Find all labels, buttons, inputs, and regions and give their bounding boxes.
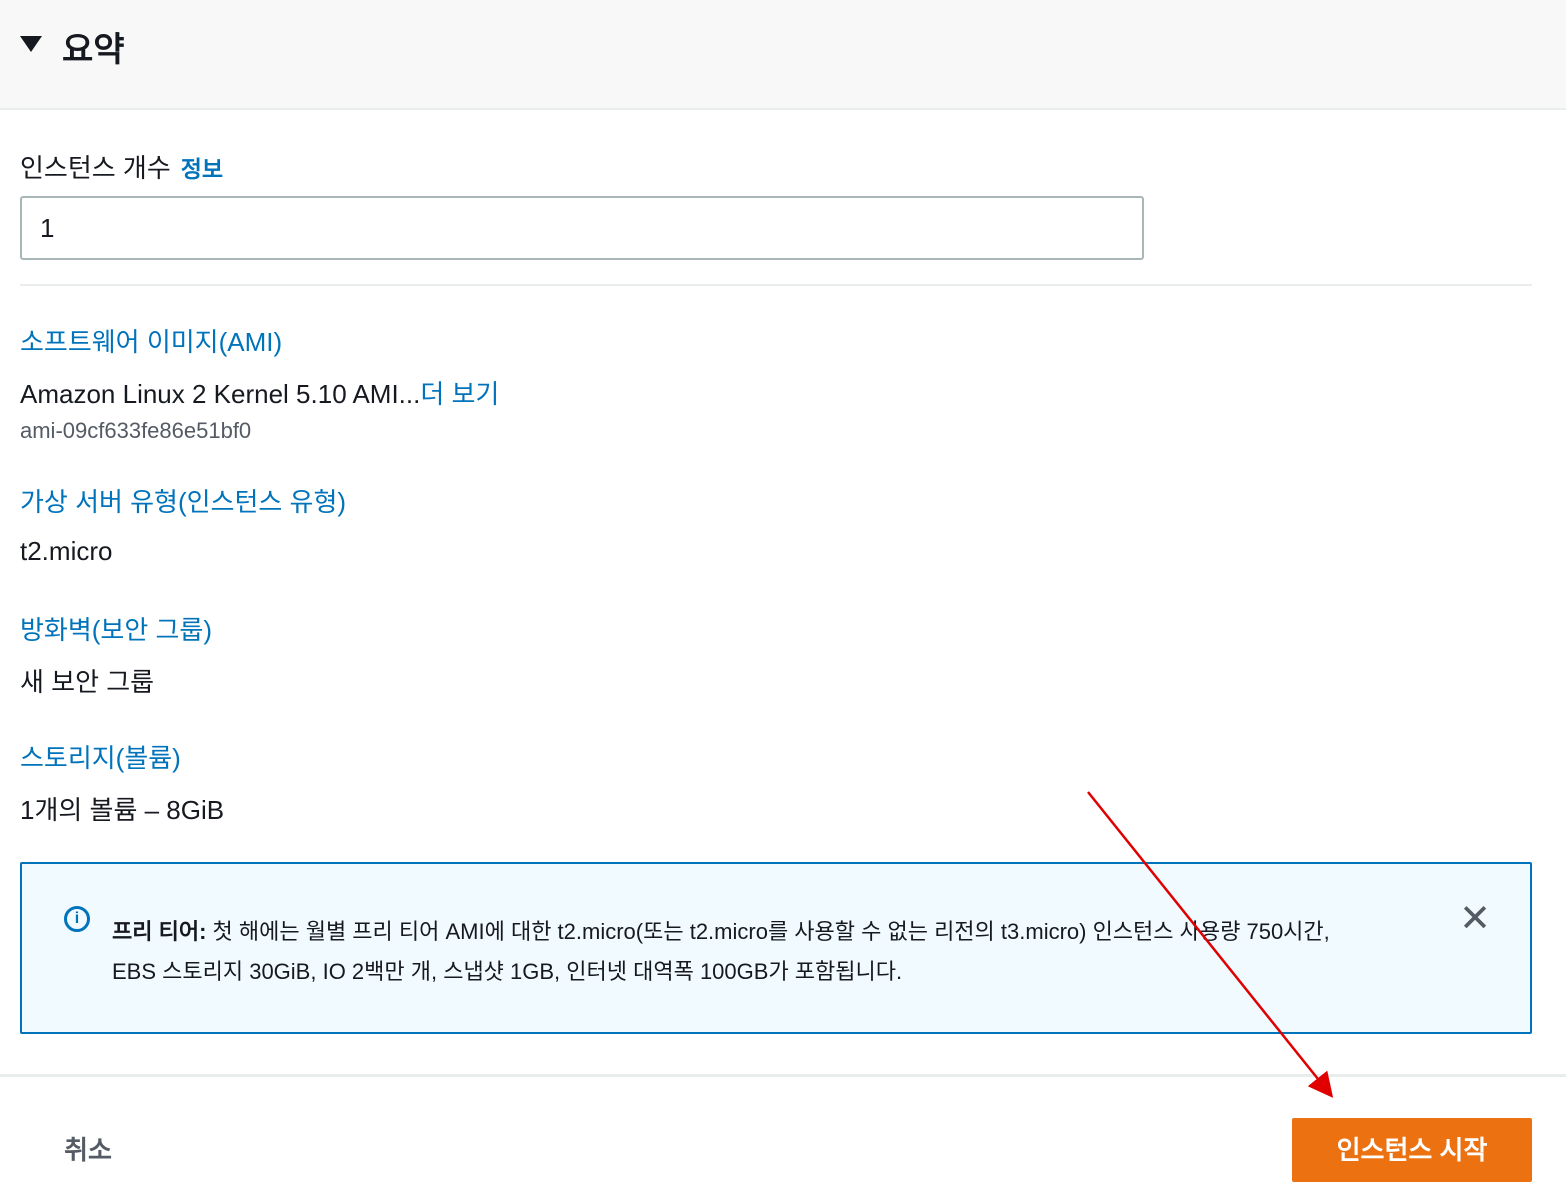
more-link[interactable]: 더 보기 [420, 379, 499, 409]
footer-divider [0, 1074, 1566, 1077]
summary-header[interactable]: 요약 [0, 0, 1566, 110]
free-tier-alert-text: 프리 티어: 첫 해에는 월별 프리 티어 AMI에 대한 t2.micro(또… [112, 912, 1412, 992]
section-divider [20, 284, 1532, 286]
instance-type-value: t2.micro [20, 536, 113, 566]
instance-count-label-text: 인스턴스 개수 [20, 153, 171, 183]
instance-type-title-link[interactable]: 가상 서버 유형(인스턴스 유형) [20, 482, 346, 519]
free-tier-line2: EBS 스토리지 30GiB, IO 2백만 개, 스냅샷 1GB, 인터넷 대… [112, 959, 903, 984]
launch-instance-button[interactable]: 인스턴스 시작 [1292, 1118, 1532, 1182]
caret-down-icon[interactable] [20, 36, 42, 52]
free-tier-label: 프리 티어: [112, 919, 207, 944]
free-tier-alert: i 프리 티어: 첫 해에는 월별 프리 티어 AMI에 대한 t2.micro… [20, 862, 1532, 1034]
free-tier-line1: 첫 해에는 월별 프리 티어 AMI에 대한 t2.micro(또는 t2.mi… [212, 919, 1330, 944]
ami-value: Amazon Linux 2 Kernel 5.10 AMI...더 보기 [20, 374, 499, 411]
ami-name: Amazon Linux 2 Kernel 5.10 AMI... [20, 379, 421, 409]
firewall-value: 새 보안 그룹 [20, 667, 155, 697]
storage-title-link[interactable]: 스토리지(볼륨) [20, 738, 181, 775]
storage-value: 1개의 볼륨 – 8GiB [20, 795, 225, 825]
close-icon[interactable]: ✕ [1458, 900, 1492, 938]
firewall-title-link[interactable]: 방화벽(보안 그룹) [20, 610, 212, 647]
instance-count-input[interactable] [20, 196, 1144, 260]
summary-title: 요약 [62, 31, 125, 69]
info-circle-icon: i [64, 906, 90, 932]
cancel-button[interactable]: 취소 [40, 1122, 136, 1178]
ami-title-link[interactable]: 소프트웨어 이미지(AMI) [20, 322, 282, 359]
info-link[interactable]: 정보 [181, 156, 223, 182]
instance-count-label: 인스턴스 개수 정보 [20, 148, 223, 185]
ami-id: ami-09cf633fe86e51bf0 [20, 418, 252, 443]
